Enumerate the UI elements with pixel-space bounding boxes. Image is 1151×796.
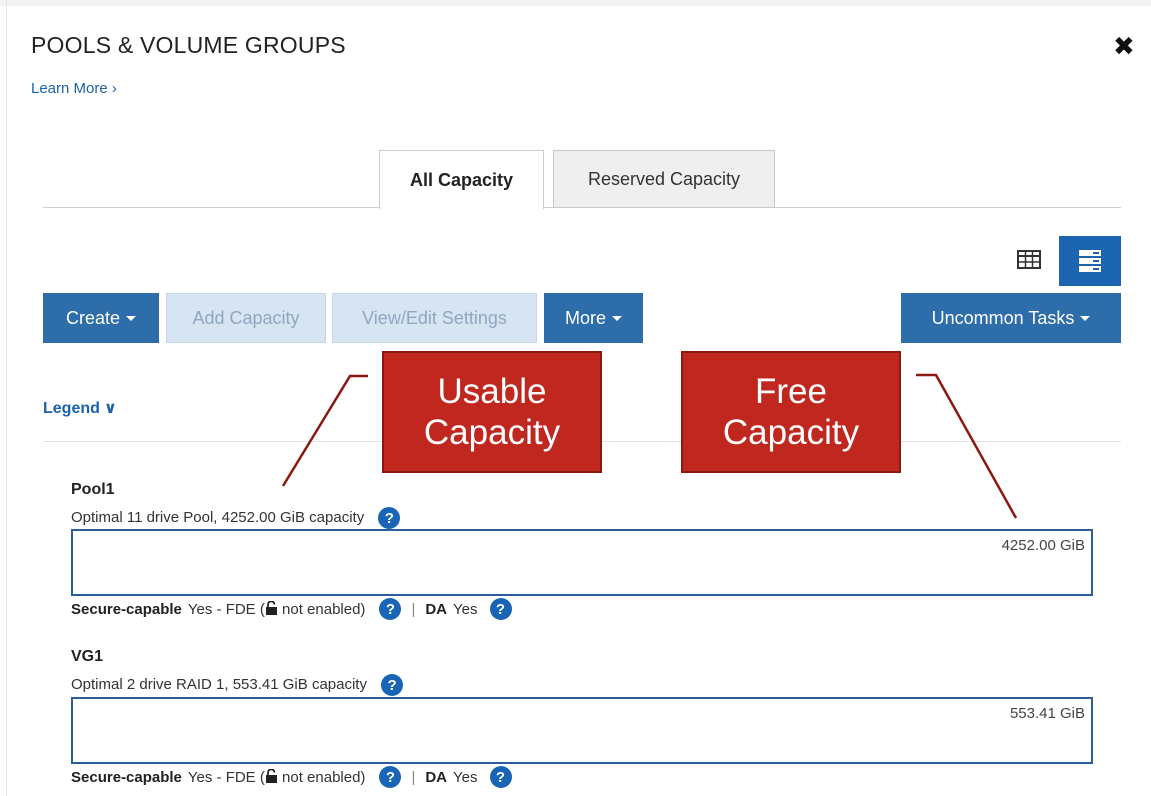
group-description: Optimal 11 drive Pool, 4252.00 GiB capac…	[71, 507, 401, 529]
help-icon[interactable]: ?	[381, 674, 404, 696]
da-label: DA	[425, 600, 448, 618]
view-edit-settings-button[interactable]: View/Edit Settings	[332, 293, 537, 343]
unlock-icon	[265, 599, 277, 615]
secure-capable-label: Secure-capable	[71, 600, 182, 618]
capacity-bar: 553.41 GiB	[71, 697, 1093, 764]
dialog-title: POOLS & VOLUME GROUPS	[31, 32, 346, 58]
chevron-down-icon: ∨	[103, 400, 117, 417]
secure-capable-value: Yes - FDE ( not enabled)	[187, 767, 366, 786]
property-separator: |	[411, 600, 416, 618]
group-description-text: Optimal 2 drive RAID 1, 553.41 GiB capac…	[71, 675, 367, 693]
property-separator: |	[411, 768, 416, 786]
add-capacity-button[interactable]: Add Capacity	[166, 293, 326, 343]
usable-callout-pointer	[281, 374, 368, 487]
create-button[interactable]: Create	[43, 293, 159, 343]
close-icon[interactable]: ✖	[1113, 31, 1135, 62]
free-callout-pointer	[916, 373, 1018, 519]
help-icon[interactable]: ?	[489, 766, 512, 788]
da-value: Yes	[453, 768, 478, 786]
more-button[interactable]: More	[544, 293, 643, 343]
tab-all-capacity[interactable]: All Capacity	[379, 150, 544, 209]
group-name: Pool1	[71, 481, 115, 498]
unlock-icon	[265, 767, 277, 783]
legend-toggle[interactable]: Legend ∨	[43, 398, 117, 418]
create-button-label: Create	[65, 307, 121, 328]
help-icon[interactable]: ?	[379, 598, 402, 620]
da-value: Yes	[453, 600, 478, 618]
legend-label: Legend	[43, 400, 100, 417]
list-view-icon[interactable]	[1059, 236, 1121, 286]
window-left-border	[6, 0, 7, 796]
more-button-label: More	[564, 307, 606, 328]
uncommon-tasks-label: Uncommon Tasks	[931, 307, 1075, 328]
capacity-label: 4252.00 GiB	[1001, 537, 1085, 554]
caret-down-icon	[612, 315, 622, 321]
capacity-bar: 4252.00 GiB	[71, 529, 1093, 596]
group-description-text: Optimal 11 drive Pool, 4252.00 GiB capac…	[71, 508, 365, 526]
secure-capable-value: Yes - FDE ( not enabled)	[187, 599, 366, 618]
help-icon[interactable]: ?	[379, 766, 402, 788]
usable-capacity-callout: Usable Capacity	[382, 351, 602, 473]
caret-down-icon	[126, 315, 137, 321]
learn-more-link[interactable]: Learn More ›	[31, 80, 117, 97]
table-view-icon[interactable]	[1017, 249, 1043, 271]
caret-down-icon	[1080, 315, 1091, 321]
capacity-label: 553.41 GiB	[1009, 705, 1085, 722]
group-properties: Secure-capable Yes - FDE ( not enabled) …	[71, 766, 512, 788]
window-top-border	[0, 0, 1151, 6]
da-label: DA	[425, 768, 448, 786]
help-icon[interactable]: ?	[378, 507, 401, 529]
free-capacity-callout: Free Capacity	[681, 351, 901, 473]
group-properties: Secure-capable Yes - FDE ( not enabled) …	[71, 598, 512, 620]
secure-capable-label: Secure-capable	[71, 768, 182, 786]
group-description: Optimal 2 drive RAID 1, 553.41 GiB capac…	[71, 674, 404, 696]
uncommon-tasks-button[interactable]: Uncommon Tasks	[901, 293, 1121, 343]
help-icon[interactable]: ?	[489, 598, 512, 620]
group-name: VG1	[71, 648, 104, 665]
tab-reserved-capacity[interactable]: Reserved Capacity	[553, 150, 775, 208]
